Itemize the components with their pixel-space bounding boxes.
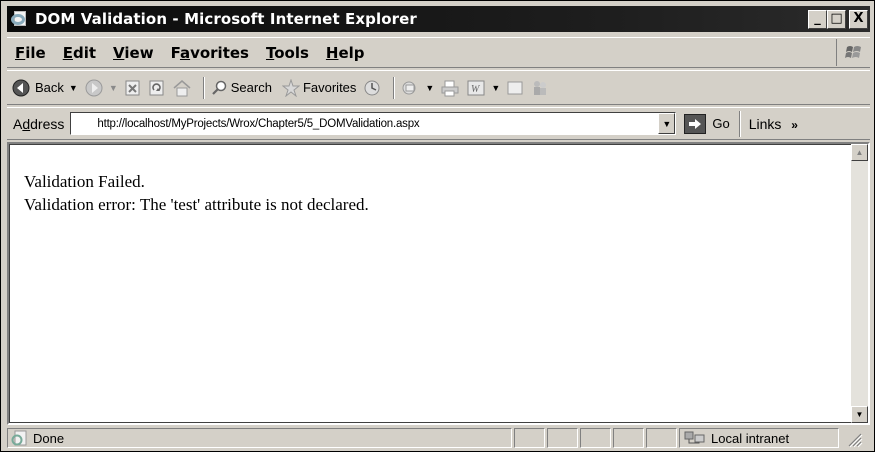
chevron-down-icon[interactable]: ▼ — [109, 83, 118, 93]
menu-favorites[interactable]: Favorites — [171, 44, 249, 62]
word-icon: W — [467, 80, 485, 95]
chevron-right-icon: » — [791, 117, 798, 132]
zone-text: Local intranet — [711, 430, 790, 446]
close-button[interactable]: X — [849, 9, 868, 29]
scroll-down-icon: ▼ — [855, 410, 864, 419]
toolbar-separator — [202, 76, 205, 99]
browser-window: DOM Validation - Microsoft Internet Expl… — [0, 0, 875, 452]
validation-status: Validation Failed. — [24, 172, 145, 191]
back-button[interactable]: Back ▼ — [11, 78, 78, 98]
status-text: Done — [33, 430, 65, 446]
discuss-icon — [507, 81, 523, 94]
refresh-icon — [149, 80, 164, 95]
status-cell — [547, 428, 578, 448]
messenger-button[interactable] — [530, 79, 550, 97]
validation-error-message: Validation error: The 'test' attribute i… — [24, 195, 369, 214]
address-url[interactable]: http://localhost/MyProjects/Wrox/Chapter… — [97, 118, 419, 130]
menu-view[interactable]: View — [113, 44, 154, 62]
resize-grip-icon[interactable] — [843, 428, 863, 448]
messenger-icon — [534, 80, 547, 95]
scroll-up-icon: ▲ — [855, 148, 864, 157]
stop-icon — [125, 80, 140, 95]
refresh-button[interactable] — [148, 79, 166, 97]
title-bar[interactable]: DOM Validation - Microsoft Internet Expl… — [7, 6, 870, 32]
forward-button[interactable]: ▼ — [84, 78, 118, 98]
menu-help[interactable]: Help — [326, 44, 365, 62]
vertical-scrollbar[interactable]: ▲ ▼ — [851, 144, 868, 423]
page-done-icon — [11, 430, 27, 446]
status-cell — [646, 428, 677, 448]
chevron-down-icon[interactable]: ▼ — [69, 83, 78, 93]
go-button[interactable]: Go — [684, 113, 730, 134]
links-button[interactable]: Links » — [749, 116, 798, 132]
print-button[interactable] — [440, 79, 460, 97]
chevron-down-icon[interactable]: ▼ — [491, 83, 500, 93]
maximize-button[interactable]: □ — [827, 9, 846, 29]
edit-with-word-button[interactable]: W ▼ — [466, 79, 500, 97]
address-separator — [738, 110, 741, 137]
status-cell — [613, 428, 644, 448]
security-zone[interactable]: Local intranet — [679, 428, 839, 448]
local-intranet-icon — [684, 431, 705, 444]
home-icon — [173, 79, 191, 96]
discuss-button[interactable] — [506, 79, 524, 97]
back-arrow-icon — [12, 79, 30, 96]
page-content-frame: Validation Failed. Validation error: The… — [7, 142, 870, 425]
status-cell — [580, 428, 611, 448]
minimize-button[interactable]: _ — [808, 9, 827, 29]
address-input[interactable]: http://localhost/MyProjects/Wrox/Chapter… — [70, 112, 677, 135]
search-icon — [211, 80, 226, 95]
print-icon — [441, 80, 459, 96]
history-icon — [364, 80, 380, 95]
menu-bar: File Edit View Favorites Tools Help — [7, 37, 870, 68]
status-cell — [514, 428, 545, 448]
scroll-down-button[interactable]: ▼ — [851, 406, 868, 423]
chevron-down-icon[interactable]: ▼ — [425, 83, 434, 93]
stop-button[interactable] — [124, 79, 142, 97]
chevron-down-icon: ▼ — [662, 118, 672, 129]
windows-logo-icon — [836, 39, 870, 66]
ie-page-icon — [11, 11, 29, 27]
star-icon — [281, 78, 300, 97]
page-viewport: Validation Failed. Validation error: The… — [9, 144, 851, 423]
address-dropdown-button[interactable]: ▼ — [658, 113, 676, 134]
page-body: Validation Failed. Validation error: The… — [24, 170, 369, 216]
history-button[interactable] — [362, 79, 382, 97]
forward-arrow-icon — [85, 79, 103, 96]
scroll-up-button[interactable]: ▲ — [851, 144, 868, 161]
mail-icon — [402, 81, 416, 94]
toolbar-separator — [393, 76, 396, 99]
status-bar: Done Local intranet — [7, 427, 870, 449]
standard-toolbar: Back ▼ ▼ Search Favorites ▼ W ▼ — [7, 70, 870, 105]
search-button[interactable]: Search — [210, 79, 272, 97]
mail-button[interactable]: ▼ — [400, 79, 434, 97]
menu-tools[interactable]: Tools — [266, 44, 309, 62]
status-panel: Done — [7, 428, 512, 448]
menu-edit[interactable]: Edit — [63, 44, 96, 62]
menu-file[interactable]: File — [15, 44, 46, 62]
home-button[interactable] — [172, 79, 192, 97]
go-arrow-icon — [684, 113, 707, 134]
address-bar: Address http://localhost/MyProjects/Wrox… — [7, 107, 870, 140]
address-label: Address — [13, 115, 65, 132]
favorites-button[interactable]: Favorites — [281, 78, 356, 97]
window-title: DOM Validation - Microsoft Internet Expl… — [35, 10, 417, 28]
